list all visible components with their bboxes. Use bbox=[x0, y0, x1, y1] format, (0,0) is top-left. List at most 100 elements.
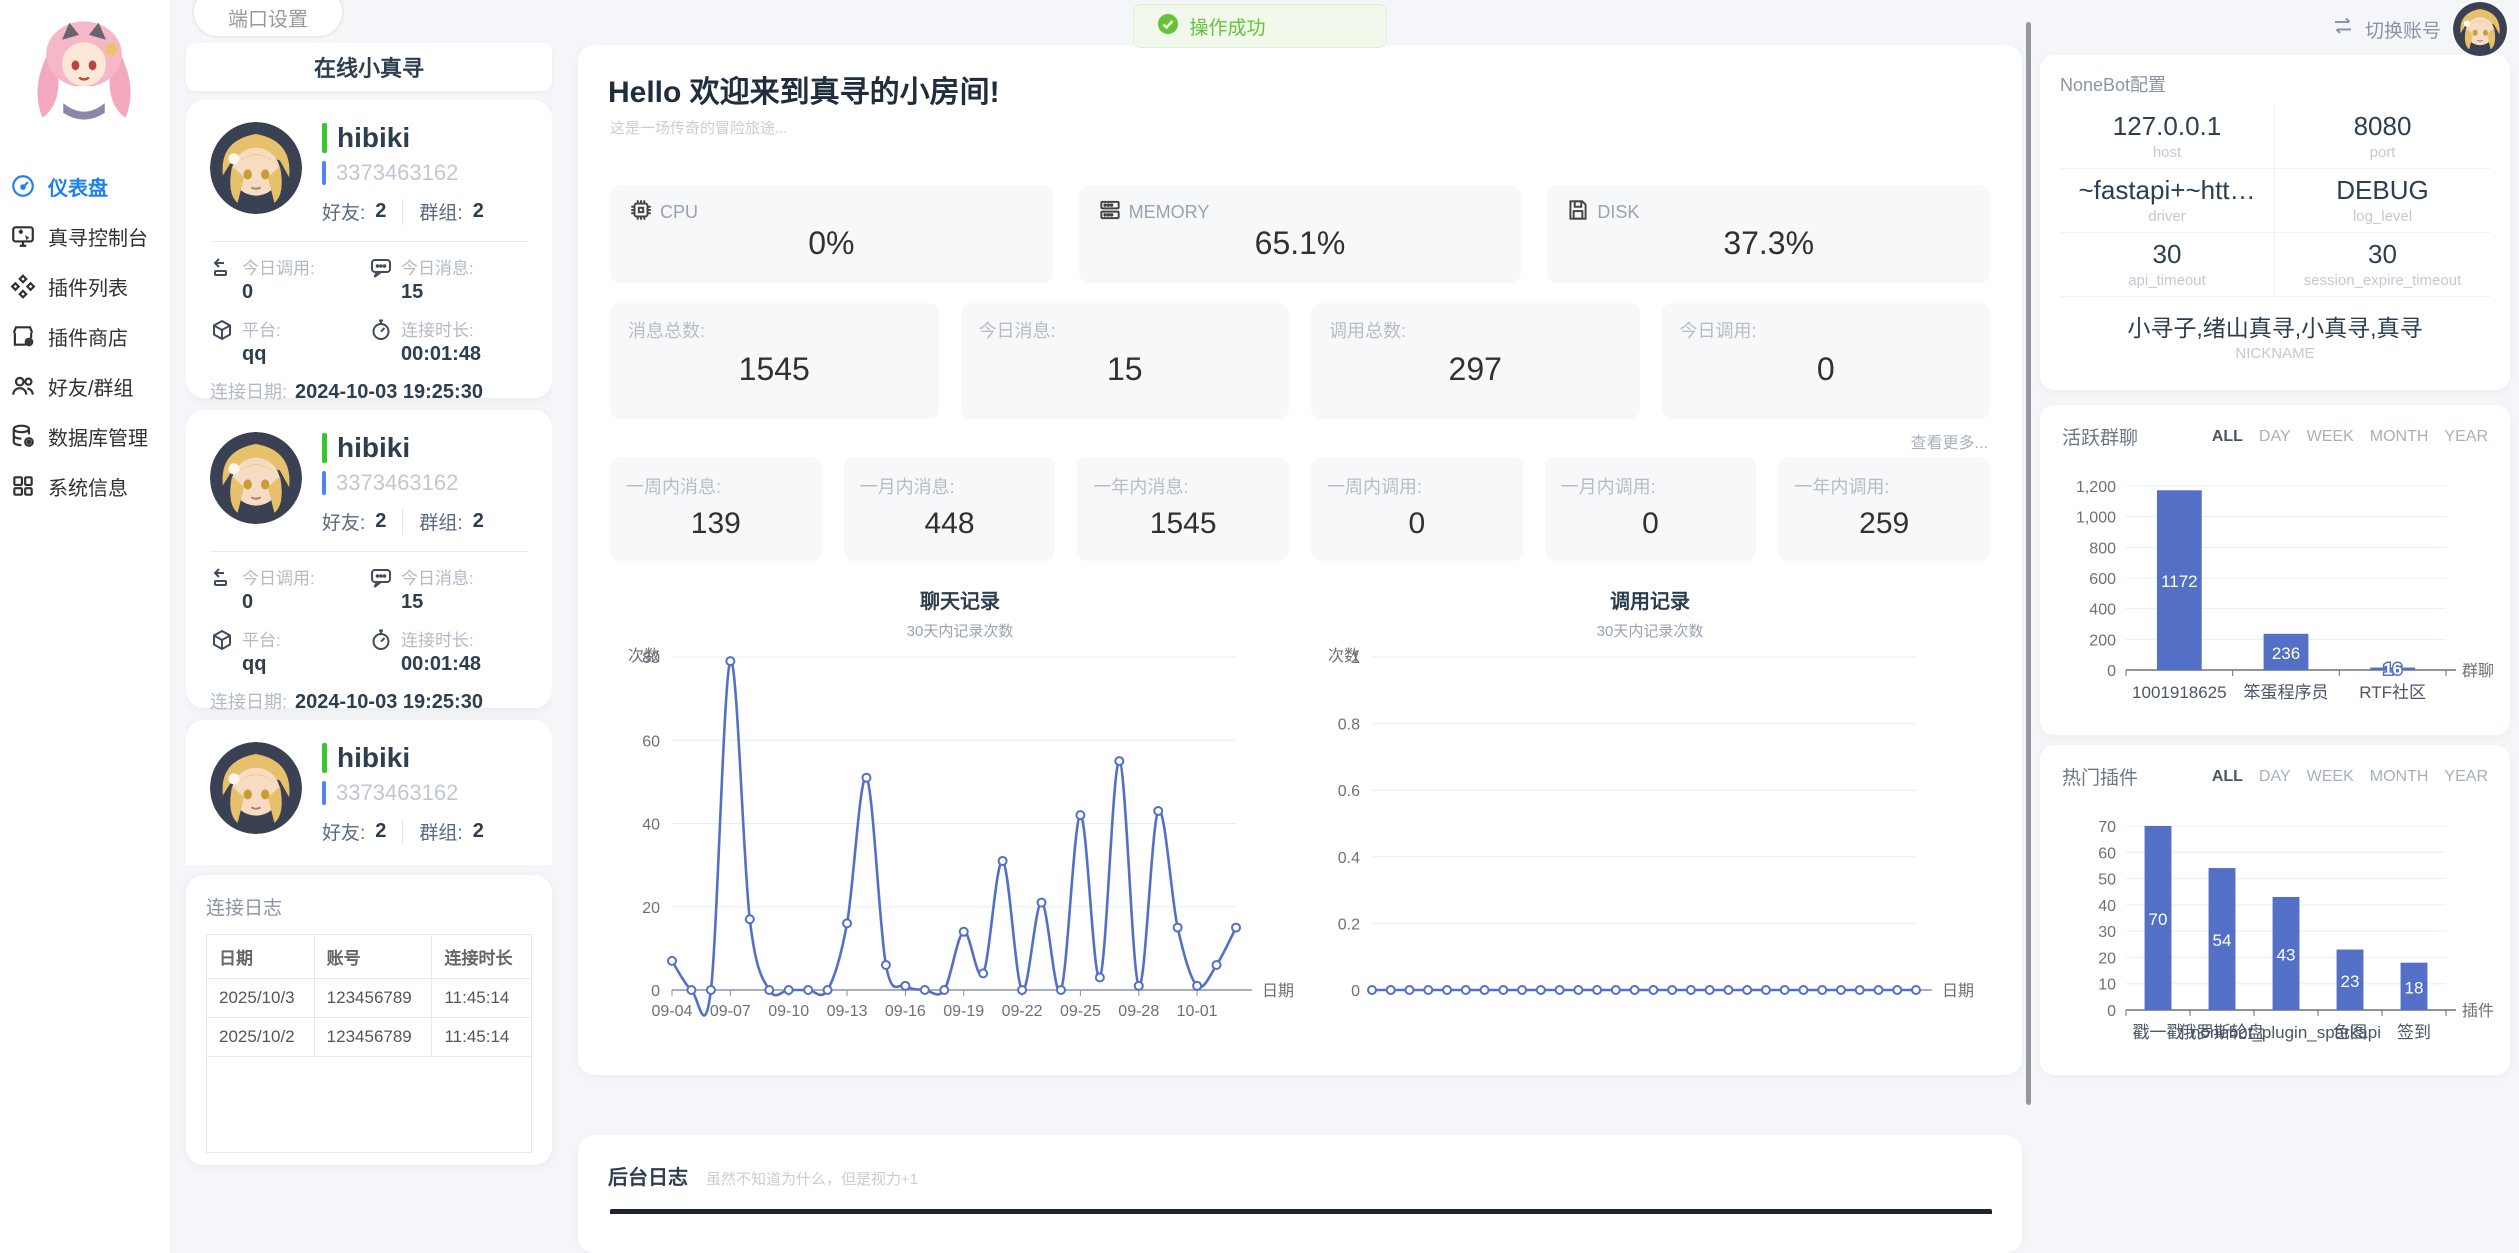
chat-records-chart: 聊天记录 30天内记录次数 02040608009-0409-0709-1009… bbox=[610, 585, 1310, 1041]
svg-text:10-01: 10-01 bbox=[1177, 1003, 1218, 1020]
sidebar-item-console[interactable]: 真寻控制台 bbox=[0, 211, 170, 261]
config-title: NoneBot配置 bbox=[2060, 71, 2490, 97]
view-more-link[interactable]: 查看更多... bbox=[1911, 429, 1988, 453]
today-messages: 15 bbox=[401, 281, 474, 304]
system-stats-row: CPU 0% MEMORY 65.1% DISK 37.3% bbox=[610, 185, 1990, 283]
cpu-value: 0% bbox=[610, 225, 1053, 262]
stat-card-year-calls: 一年内调用:259 bbox=[1778, 457, 1990, 561]
main-scrollbar[interactable] bbox=[2026, 22, 2031, 1105]
platform: qq bbox=[242, 343, 281, 366]
svg-text:0.4: 0.4 bbox=[1338, 850, 1360, 867]
sidebar-item-plugin-list[interactable]: 插件列表 bbox=[0, 261, 170, 311]
memory-card: MEMORY 65.1% bbox=[1079, 185, 1522, 283]
bot-card[interactable]: hibiki 3373463162 好友:2 群组:2 今日调用:0 今日消息:… bbox=[186, 100, 552, 398]
svg-text:200: 200 bbox=[2089, 632, 2116, 649]
port-settings-button[interactable]: 端口设置 bbox=[192, 0, 344, 38]
svg-text:0.6: 0.6 bbox=[1338, 783, 1360, 800]
bot-id: 3373463162 bbox=[336, 780, 458, 806]
svg-text:色图: 色图 bbox=[2333, 1023, 2367, 1042]
svg-text:43: 43 bbox=[2277, 945, 2296, 964]
divider bbox=[210, 241, 528, 242]
svg-text:600: 600 bbox=[2089, 571, 2116, 588]
svg-text:1,000: 1,000 bbox=[2076, 510, 2116, 527]
period-stats-row: 一周内消息:139 一月内消息:448 一年内消息:1545 一周内调用:0 一… bbox=[610, 457, 1990, 561]
nonebot-config-panel: NoneBot配置 127.0.0.1host 8080port ~fastap… bbox=[2040, 55, 2510, 390]
cpu-icon bbox=[628, 197, 654, 228]
bot-list-title: 在线小真寻 bbox=[186, 43, 552, 91]
sidebar-item-database[interactable]: 数据库管理 bbox=[0, 411, 170, 461]
tab-week[interactable]: WEEK bbox=[2307, 428, 2354, 446]
disk-value: 37.3% bbox=[1547, 225, 1990, 262]
bot-card-list[interactable]: hibiki 3373463162 好友:2 群组:2 今日调用:0 今日消息:… bbox=[186, 100, 552, 865]
svg-text:40: 40 bbox=[642, 817, 660, 834]
sidebar-item-friends-groups[interactable]: 好友/群组 bbox=[0, 361, 170, 411]
svg-text:18: 18 bbox=[2405, 978, 2424, 997]
sidebar-item-dashboard[interactable]: 仪表盘 bbox=[0, 161, 170, 211]
system-grid-icon bbox=[10, 473, 36, 499]
undo-arrow-icon bbox=[210, 566, 234, 590]
memory-icon bbox=[1097, 197, 1123, 228]
svg-text:800: 800 bbox=[2089, 540, 2116, 557]
svg-text:09-13: 09-13 bbox=[827, 1003, 868, 1020]
svg-text:60: 60 bbox=[642, 733, 660, 750]
tab-year[interactable]: YEAR bbox=[2444, 428, 2488, 446]
active-groups-bar-chart: 02004006008001,0001,20011721001918625236… bbox=[2056, 464, 2494, 726]
svg-text:09-25: 09-25 bbox=[1060, 1003, 1101, 1020]
backend-log-panel: 后台日志 虽然不知道为什么，但是视力+1 bbox=[578, 1135, 2022, 1253]
tab-day[interactable]: DAY bbox=[2259, 428, 2291, 446]
tab-all[interactable]: ALL bbox=[2212, 428, 2243, 446]
page-subtitle: 这是一场传奇的冒险旅途... bbox=[610, 117, 788, 138]
tab-month[interactable]: MONTH bbox=[2370, 768, 2429, 786]
config-session-timeout: 30session_expire_timeout bbox=[2275, 233, 2490, 297]
bot-id: 3373463162 bbox=[336, 160, 458, 186]
svg-text:09-16: 09-16 bbox=[885, 1003, 926, 1020]
svg-text:54: 54 bbox=[2213, 931, 2232, 950]
hot-plugins-bar-chart: 01020304050607070戳一戳54俄罗斯轮盘43nonebot_plu… bbox=[2056, 804, 2494, 1066]
svg-text:20: 20 bbox=[642, 900, 660, 917]
stat-card-total-calls: 调用总数:297 bbox=[1311, 303, 1640, 419]
sidebar-nav: 仪表盘 真寻控制台 插件列表 插件商店 好友/群组 数据库管理 bbox=[0, 161, 170, 511]
sidebar-item-label: 真寻控制台 bbox=[48, 222, 148, 251]
config-driver: ~fastapi+~htt…driver bbox=[2060, 169, 2275, 233]
active-groups-panel: 活跃群聊 ALL DAY WEEK MONTH YEAR 02004006008… bbox=[2040, 405, 2510, 735]
tab-year[interactable]: YEAR bbox=[2444, 768, 2488, 786]
check-circle-icon bbox=[1155, 12, 1179, 41]
svg-text:09-28: 09-28 bbox=[1118, 1003, 1159, 1020]
bot-card[interactable]: hibiki 3373463162 好友:2 群组:2 bbox=[186, 720, 552, 865]
id-bar bbox=[322, 781, 326, 805]
id-bar bbox=[322, 161, 326, 185]
groups-count: 2 bbox=[473, 200, 484, 223]
sidebar-item-label: 仪表盘 bbox=[48, 172, 108, 201]
switch-account-button[interactable]: 切换账号 bbox=[2331, 14, 2441, 44]
plugins-icon bbox=[10, 273, 36, 299]
sidebar-item-plugin-store[interactable]: 插件商店 bbox=[0, 311, 170, 361]
store-icon bbox=[10, 323, 36, 349]
table-row: 2025/10/212345678911:45:14 bbox=[207, 1018, 532, 1057]
user-avatar[interactable] bbox=[2453, 2, 2507, 56]
tab-day[interactable]: DAY bbox=[2259, 768, 2291, 786]
config-log-level: DEBUGlog_level bbox=[2275, 169, 2490, 233]
friends-icon bbox=[10, 373, 36, 399]
charts-row: 聊天记录 30天内记录次数 02040608009-0409-0709-1009… bbox=[610, 585, 1990, 1041]
tab-all[interactable]: ALL bbox=[2212, 768, 2243, 786]
backend-log-title: 后台日志 bbox=[608, 1161, 688, 1190]
tab-month[interactable]: MONTH bbox=[2370, 428, 2429, 446]
stat-card-year-messages: 一年内消息:1545 bbox=[1077, 457, 1289, 561]
backend-log-subtitle: 虽然不知道为什么，但是视力+1 bbox=[706, 1168, 918, 1189]
totals-row: 消息总数:1545 今日消息:15 调用总数:297 今日调用:0 bbox=[610, 303, 1990, 419]
divider bbox=[402, 819, 403, 845]
svg-text:23: 23 bbox=[2341, 972, 2360, 991]
svg-text:40: 40 bbox=[2098, 898, 2116, 915]
svg-text:0: 0 bbox=[2107, 1003, 2116, 1020]
hot-plugins-panel: 热门插件 ALL DAY WEEK MONTH YEAR 01020304050… bbox=[2040, 745, 2510, 1075]
stat-card-week-messages: 一周内消息:139 bbox=[610, 457, 822, 561]
cpu-card: CPU 0% bbox=[610, 185, 1053, 283]
connection-log-title: 连接日志 bbox=[206, 893, 532, 920]
connection-log-table: 日期 账号 连接时长 2025/10/312345678911:45:14 20… bbox=[206, 934, 532, 1153]
divider bbox=[402, 199, 403, 225]
sidebar-item-system-info[interactable]: 系统信息 bbox=[0, 461, 170, 511]
bot-card[interactable]: hibiki 3373463162 好友:2 群组:2 今日调用:0 今日消息:… bbox=[186, 410, 552, 708]
disk-card: DISK 37.3% bbox=[1547, 185, 1990, 283]
online-status-bar bbox=[322, 433, 327, 463]
tab-week[interactable]: WEEK bbox=[2307, 768, 2354, 786]
